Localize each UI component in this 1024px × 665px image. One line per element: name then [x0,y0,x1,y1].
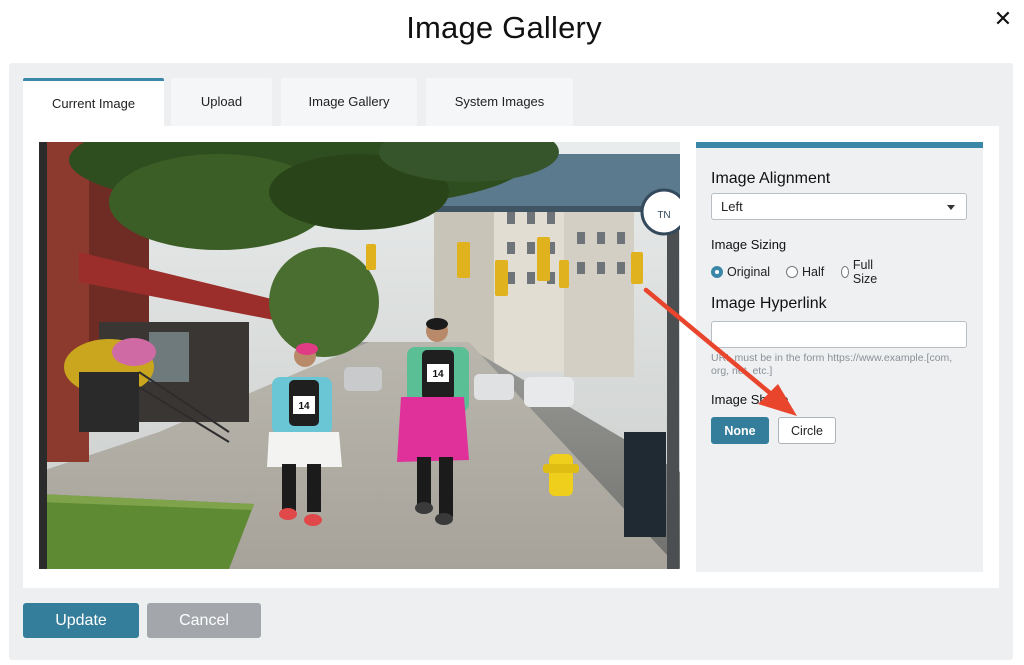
radio-checked-icon [711,266,723,278]
close-icon[interactable]: ✕ [992,8,1014,30]
image-sizing-label: Image Sizing [711,237,787,252]
image-alignment-label: Image Alignment [711,170,831,187]
tab-content: TN 14 14 Image Alignment Left Image Sizi… [23,126,999,588]
sizing-option-label: Half [802,265,825,279]
sizing-option-original[interactable]: Original [711,263,770,281]
sizing-option-label: Original [727,265,771,279]
modal-title: Image Gallery [406,10,602,45]
shape-circle-button[interactable]: Circle [778,417,836,444]
current-image-preview: TN 14 14 [39,142,680,569]
tab-system-images[interactable]: System Images [426,78,573,126]
image-hyperlink-label: Image Hyperlink [711,295,827,312]
image-settings-panel: Image Alignment Left Image Sizing Origin… [696,142,983,572]
chevron-down-icon [947,205,955,210]
tab-upload[interactable]: Upload [171,78,272,126]
image-shape-label: Image Shape [711,392,789,407]
sizing-option-label: Full Size [852,258,878,286]
bib-number: 14 [298,401,310,412]
bib-number: 14 [432,369,444,380]
update-button[interactable]: Update [23,603,139,638]
sizing-option-half[interactable]: Half [786,263,824,281]
modal-panel: Current Image Upload Image Gallery Syste… [9,63,1013,660]
shape-none-button[interactable]: None [711,417,769,444]
cancel-button[interactable]: Cancel [147,603,261,638]
radio-unchecked-icon [841,266,849,278]
tab-image-gallery[interactable]: Image Gallery [281,78,417,126]
image-alignment-value: Left [721,199,743,214]
radio-unchecked-icon [786,266,798,278]
sizing-option-full-size[interactable]: Full Size [841,258,881,286]
tab-current-image[interactable]: Current Image [23,78,164,126]
hyperlink-help-text: URL must be in the form https://www.exam… [711,352,953,377]
image-alignment-select[interactable]: Left [711,193,967,220]
image-hyperlink-input[interactable] [711,321,967,348]
sign-text: TN [657,210,670,221]
